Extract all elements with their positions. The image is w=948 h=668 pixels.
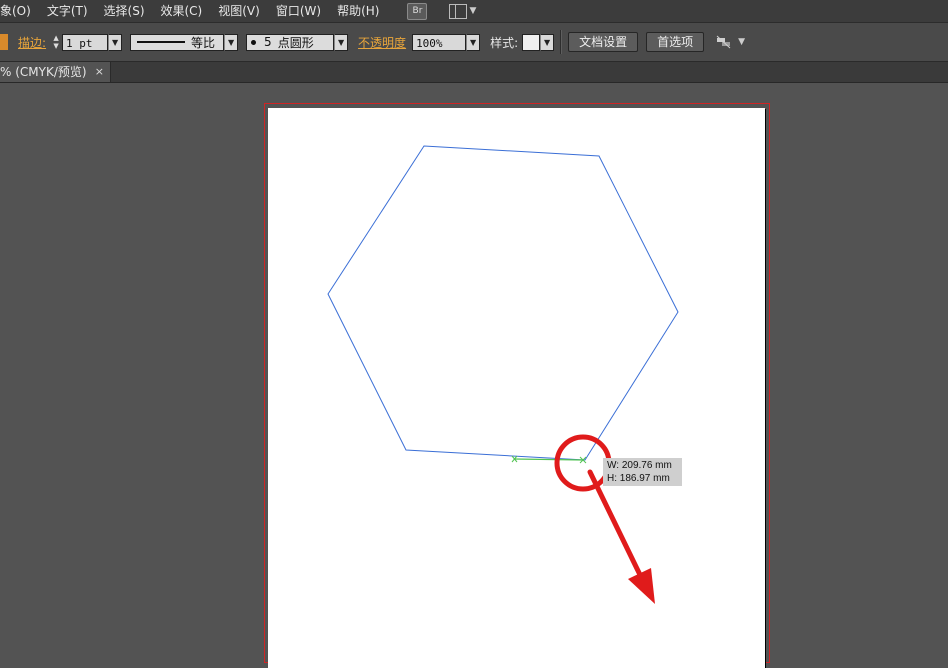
annotation-arrow-head (628, 568, 655, 604)
canvas-overlay (327, 145, 679, 604)
measurement-tooltip: W: 209.76 mm H: 186.97 mm (603, 458, 682, 486)
annotation-arrow-shaft (587, 469, 646, 584)
highlight-circle (554, 434, 612, 492)
tooltip-height: H: 186.97 mm (607, 473, 670, 484)
tooltip-width: W: 209.76 mm (607, 460, 672, 471)
hexagon-path[interactable] (327, 145, 679, 461)
